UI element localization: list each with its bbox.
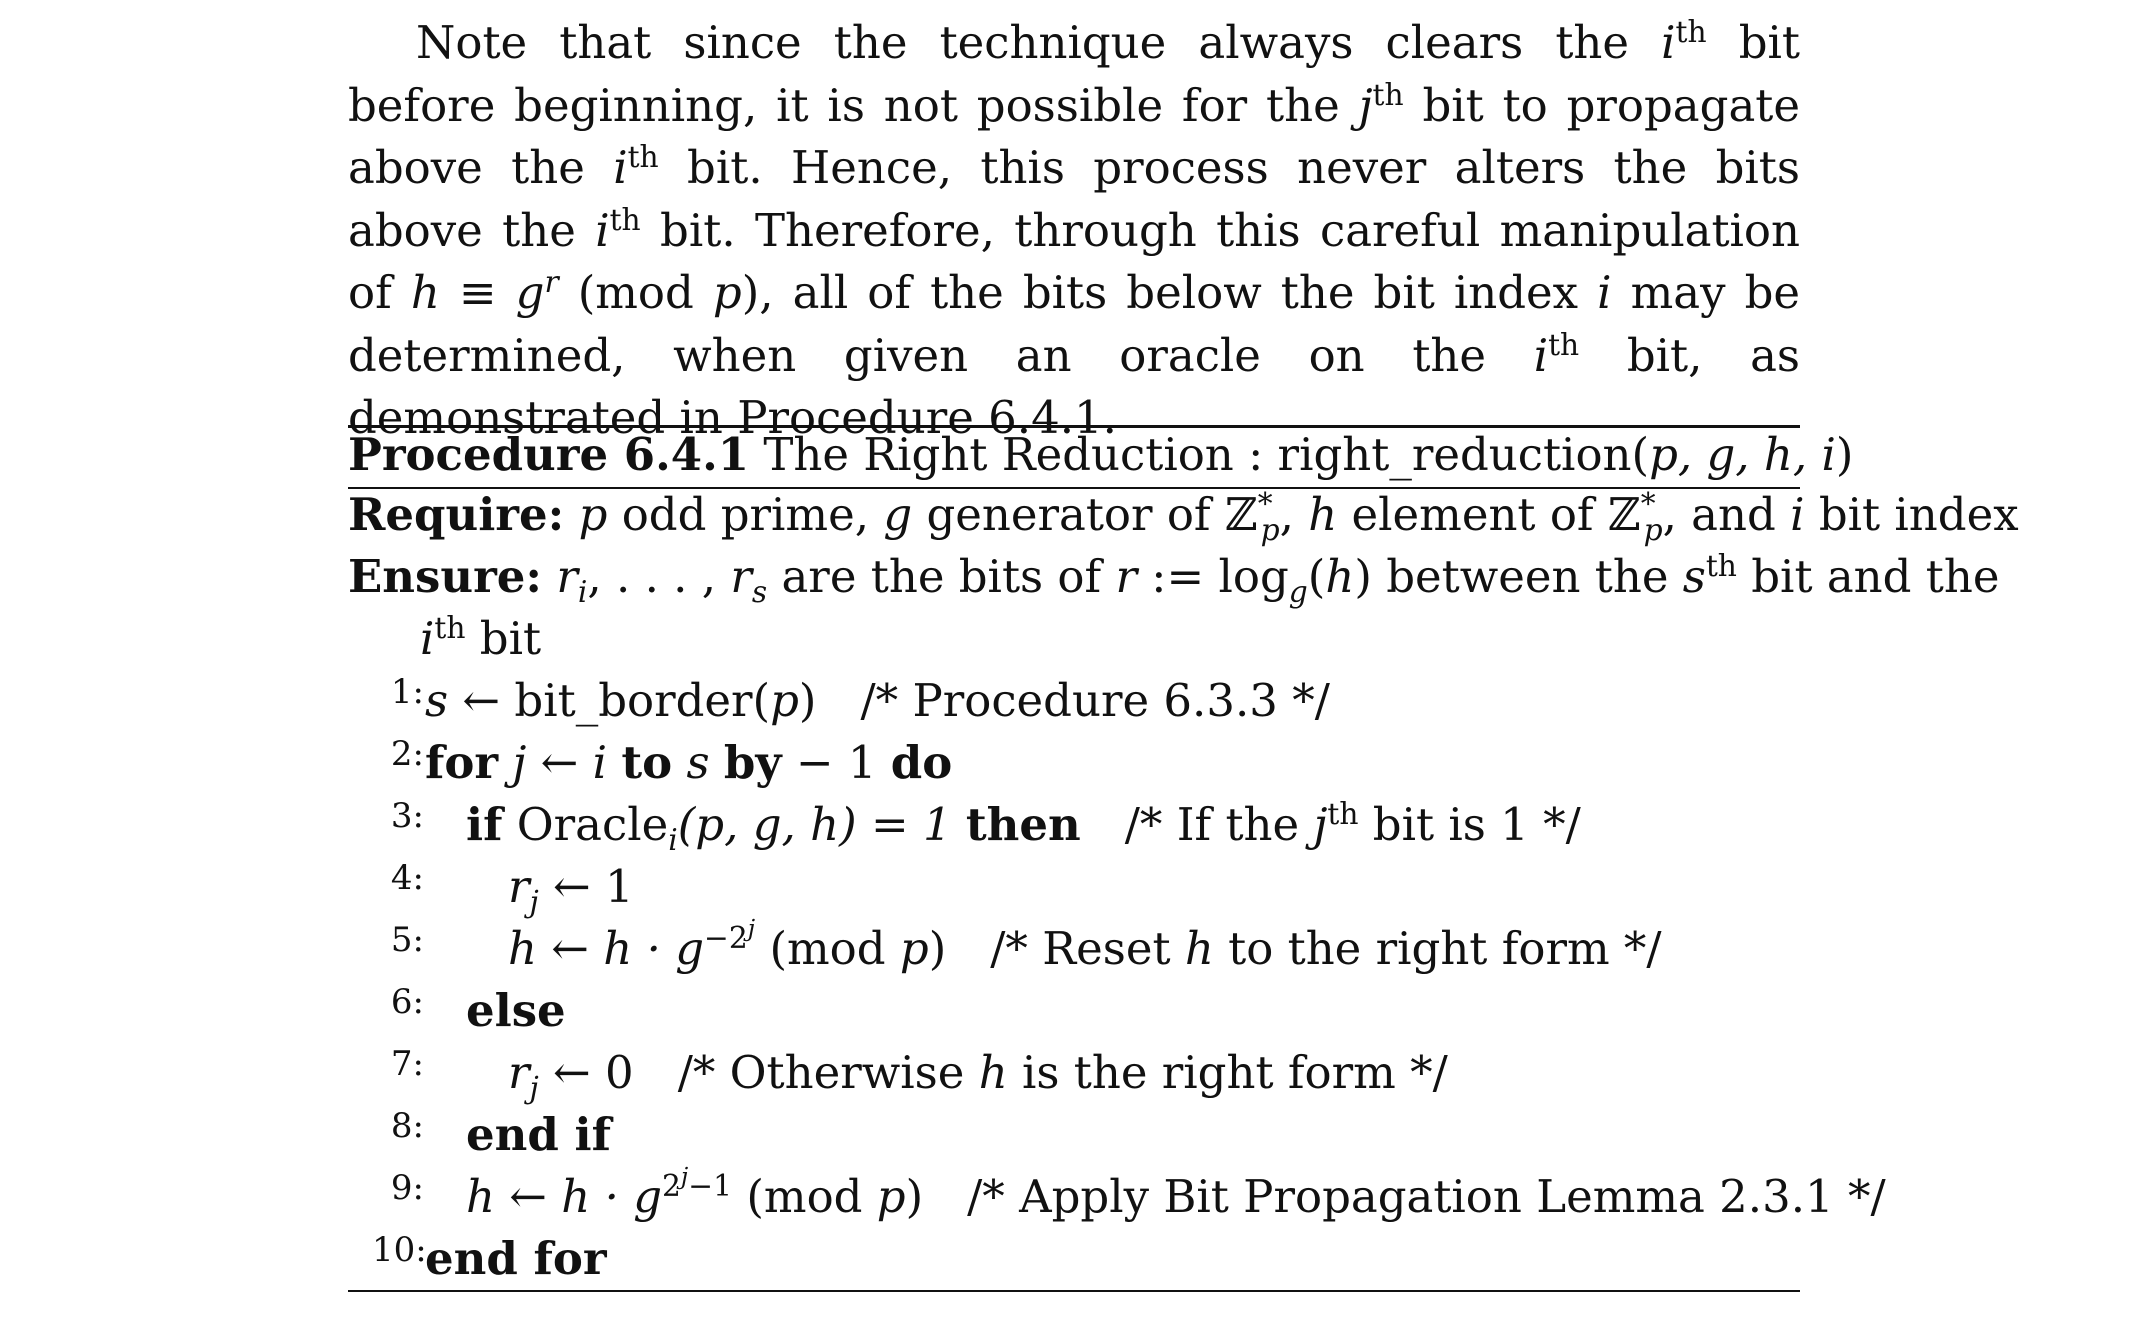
algo-line-5: h ← h · g−2j (mod p)/* Reset h to the ri… (508, 914, 1662, 975)
line-number-7: 7: (390, 1044, 424, 1084)
algo-line-3: if Oraclei(p, g, h) = 1 then/* If the jt… (466, 797, 1581, 858)
ensure-line-cont: ith bit (420, 611, 542, 665)
algo-line-2: for j ← i to s by − 1 do (425, 736, 953, 789)
algo-line-4: rj ← 1 (508, 860, 634, 920)
line-number-6: 6: (390, 982, 424, 1022)
line-number-3: 3: (390, 796, 424, 836)
algo-line-8: end if (466, 1108, 611, 1161)
line-number-5: 5: (390, 920, 424, 960)
line-number-9: 9: (390, 1168, 424, 1208)
line-number-4: 4: (390, 858, 424, 898)
line-number-8: 8: (390, 1106, 424, 1146)
body-paragraph: Note that since the technique always cle… (348, 15, 1801, 444)
bottom-rule (348, 1290, 1800, 1292)
procedure-caption: Procedure 6.4.1 The Right Reduction : ri… (348, 428, 1854, 481)
line-number-10: 10: (372, 1230, 427, 1270)
algo-line-9: h ← h · g2j−1 (mod p)/* Apply Bit Propag… (466, 1162, 1886, 1223)
algo-line-6: else (466, 984, 566, 1037)
require-line: Require: p odd prime, g generator of ℤ*p… (348, 487, 2019, 548)
algo-line-1: s ← bit_border(p)/* Procedure 6.3.3 */ (425, 674, 1330, 727)
line-number-1: 1: (390, 672, 424, 712)
algo-line-7: rj ← 0/* Otherwise h is the right form *… (508, 1046, 1448, 1106)
algo-line-10: end for (425, 1232, 607, 1285)
line-number-2: 2: (390, 734, 424, 774)
ensure-line: Ensure: ri, . . . , rs are the bits of r… (348, 549, 2000, 610)
